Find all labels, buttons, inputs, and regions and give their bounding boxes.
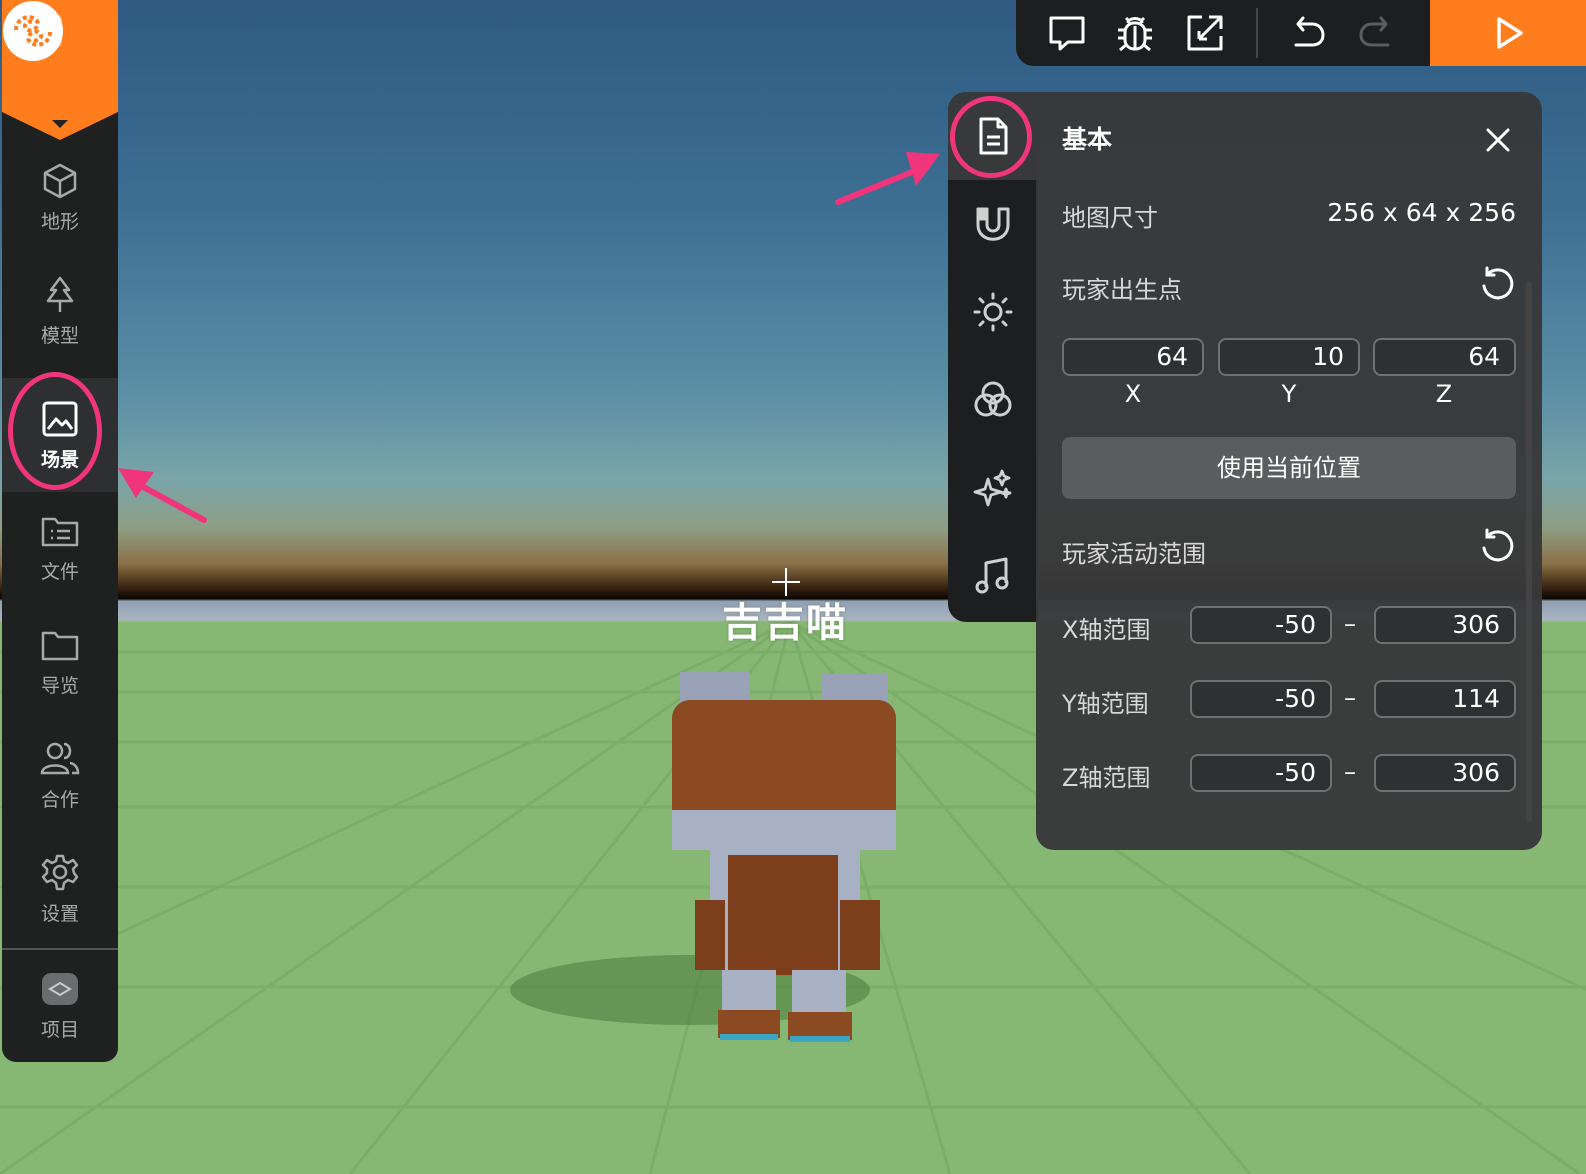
x-range-label: X轴范围	[1062, 616, 1151, 644]
expand-button[interactable]	[1182, 10, 1228, 56]
top-toolbar	[1016, 0, 1586, 66]
z-range-label: Z轴范围	[1062, 764, 1151, 792]
sidebar-item-label: 项目	[40, 1018, 79, 1041]
highlight-circle-scene	[8, 372, 102, 490]
chevron-down-icon[interactable]	[52, 120, 68, 128]
spawn-z-input[interactable]: 64	[1373, 338, 1516, 376]
map-size-value: 256 x 64 x 256	[1327, 198, 1516, 227]
z-range-max-input[interactable]: 306	[1374, 754, 1516, 792]
x-range-max-input[interactable]: 306	[1374, 606, 1516, 644]
file-list-icon	[41, 517, 79, 546]
cube-icon	[43, 163, 77, 198]
logo-area[interactable]: >_	[2, 0, 118, 140]
activity-range-label: 玩家活动范围	[1062, 540, 1206, 568]
app-logo-icon	[3, 1, 63, 61]
folder-icon	[41, 631, 79, 660]
range-separator: –	[1344, 684, 1356, 712]
left-sidebar: >_ 地形 模型 场景 文件 导览 合作 设置 项目	[2, 0, 118, 1062]
gear-icon	[41, 854, 79, 890]
music-note-icon	[975, 557, 1009, 594]
sidebar-item-files[interactable]: 文件	[2, 490, 118, 604]
users-icon	[40, 742, 80, 774]
debug-button[interactable]	[1112, 10, 1158, 56]
expand-icon	[1187, 15, 1223, 51]
sidebar-item-guide[interactable]: 导览	[2, 604, 118, 718]
sidebar-item-label: 地形	[40, 210, 79, 233]
tree-icon	[46, 276, 74, 312]
reset-spawn-icon[interactable]	[1478, 264, 1516, 302]
sparkle-icon	[973, 469, 1012, 507]
panel-title: 基本	[1062, 125, 1113, 154]
y-range-label: Y轴范围	[1062, 690, 1149, 718]
range-separator: –	[1344, 610, 1356, 638]
spawn-y-input[interactable]: 10	[1218, 338, 1360, 376]
sidebar-item-label: 导览	[40, 674, 79, 697]
tab-lighting[interactable]	[948, 268, 1038, 356]
sidebar-item-settings[interactable]: 设置	[2, 832, 118, 946]
x-range-min-input[interactable]: -50	[1190, 606, 1332, 644]
comment-button[interactable]	[1044, 10, 1090, 56]
redo-button[interactable]	[1354, 10, 1400, 56]
bug-icon	[1118, 16, 1152, 52]
play-button[interactable]	[1430, 0, 1586, 66]
panel-scrollbar[interactable]	[1526, 282, 1532, 822]
project-icon	[42, 972, 78, 1005]
close-icon[interactable]	[1480, 122, 1516, 158]
redo-icon	[1359, 16, 1390, 47]
sidebar-item-label: 文件	[40, 560, 79, 583]
color-circles-icon	[974, 381, 1012, 417]
pointer-arrow-icon	[118, 468, 207, 523]
sidebar-item-label: 设置	[40, 902, 79, 925]
properties-panel: 基本 地图尺寸 256 x 64 x 256 玩家出生点 64 10 64 X …	[1036, 92, 1542, 850]
y-range-max-input[interactable]: 114	[1374, 680, 1516, 718]
tab-magnet[interactable]	[948, 180, 1038, 268]
axis-y-label: Y	[1281, 380, 1297, 408]
map-size-label: 地图尺寸	[1062, 204, 1158, 232]
toolbar-divider	[1256, 8, 1258, 58]
sidebar-item-terrain[interactable]: 地形	[2, 140, 118, 254]
tab-music[interactable]	[948, 532, 1038, 620]
undo-button[interactable]	[1284, 10, 1330, 56]
voxel-cat-character[interactable]	[500, 660, 920, 1060]
sidebar-item-label: 合作	[40, 788, 79, 811]
reset-range-icon[interactable]	[1478, 526, 1516, 564]
range-separator: –	[1344, 758, 1356, 786]
sidebar-item-label: 模型	[40, 324, 79, 347]
sun-icon	[973, 292, 1013, 332]
tab-effects[interactable]	[948, 444, 1038, 532]
sidebar-item-collaborate[interactable]: 合作	[2, 718, 118, 832]
undo-icon	[1294, 16, 1325, 47]
play-icon	[1497, 17, 1523, 49]
axis-z-label: Z	[1435, 380, 1453, 408]
sidebar-item-models[interactable]: 模型	[2, 254, 118, 368]
axis-x-label: X	[1124, 380, 1142, 408]
spawn-x-input[interactable]: 64	[1062, 338, 1204, 376]
use-current-position-button[interactable]: 使用当前位置	[1062, 437, 1516, 499]
magnet-icon	[976, 207, 1010, 241]
player-name-label: 吉吉喵	[722, 600, 848, 646]
highlight-circle-basic-tab	[950, 96, 1032, 178]
pointer-arrow-icon	[835, 152, 940, 205]
comment-icon	[1049, 16, 1085, 51]
z-range-min-input[interactable]: -50	[1190, 754, 1332, 792]
y-range-min-input[interactable]: -50	[1190, 680, 1332, 718]
tab-color[interactable]	[948, 356, 1038, 444]
spawn-point-label: 玩家出生点	[1062, 276, 1182, 304]
sidebar-item-project[interactable]: 项目	[2, 948, 118, 1062]
